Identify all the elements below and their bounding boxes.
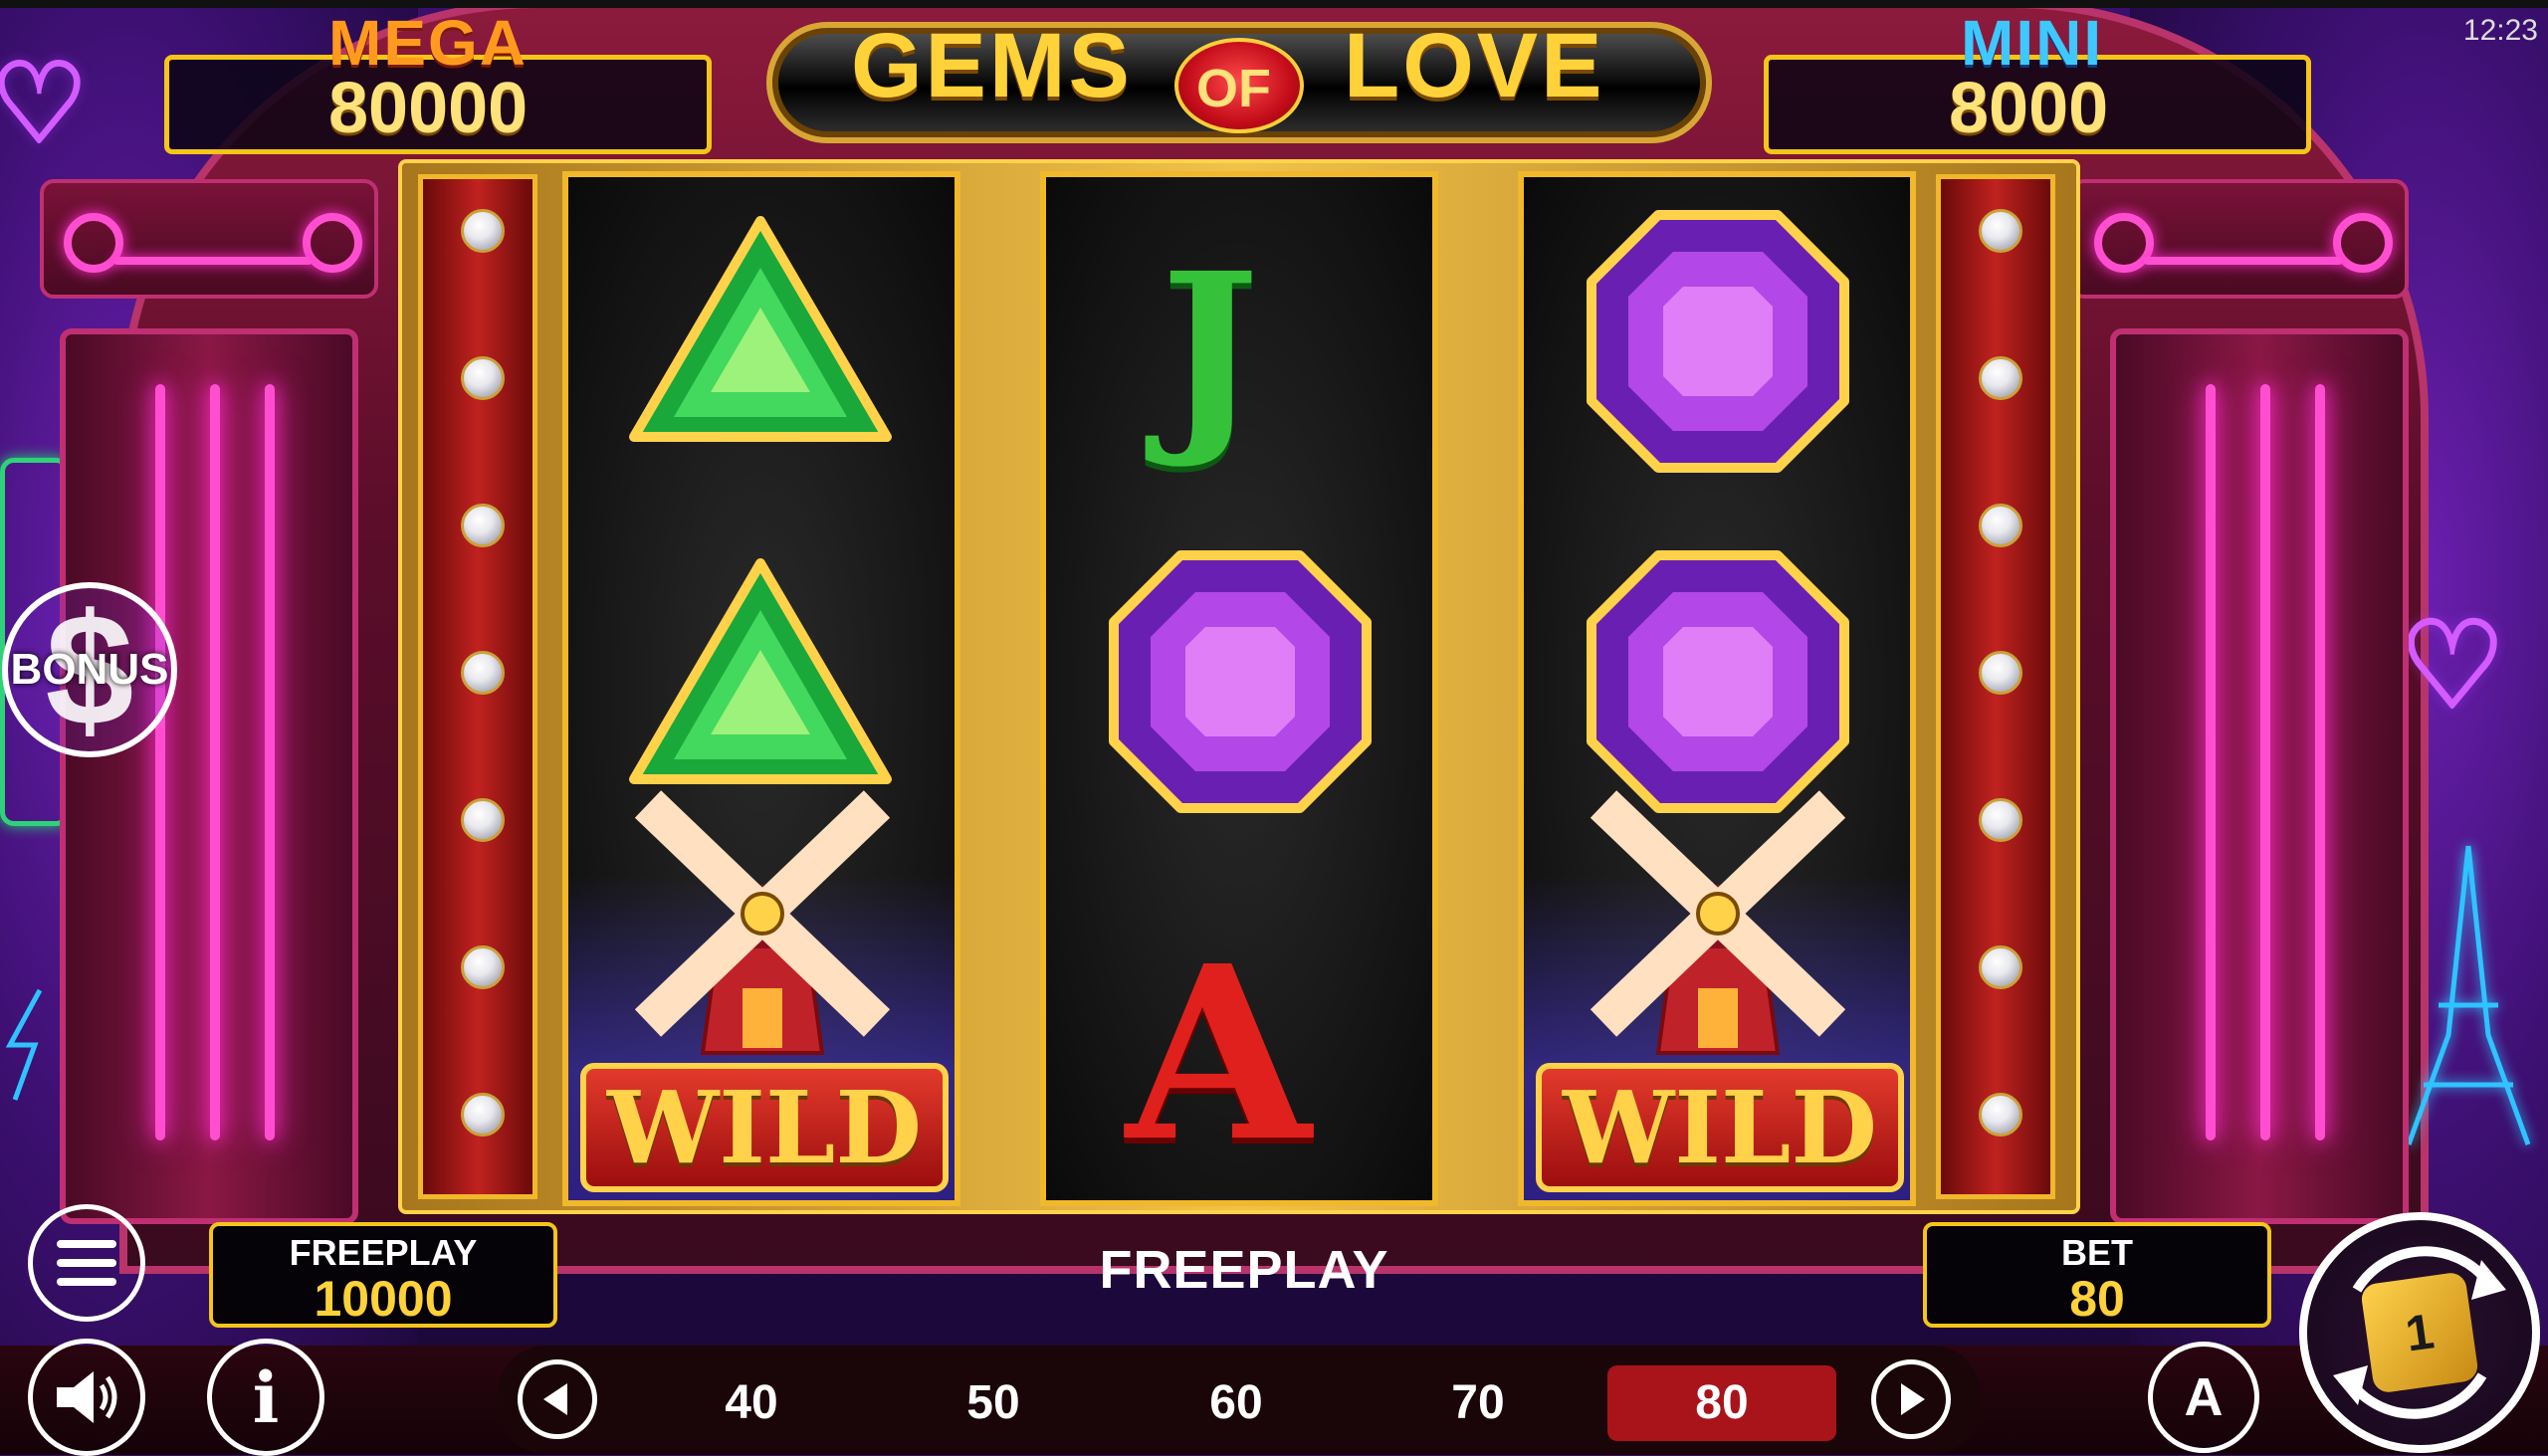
bet-next-button[interactable] <box>1871 1359 1951 1439</box>
letter-j-symbol: J <box>1161 227 1260 473</box>
chevron-left-icon <box>543 1383 567 1415</box>
bet-option[interactable]: 70 <box>1388 1365 1568 1441</box>
spin-button[interactable]: 1 <box>2299 1212 2540 1453</box>
logo-word-of: OF <box>1196 59 1271 118</box>
bonus-label: BONUS <box>10 645 169 694</box>
wild-badge: WILD <box>580 1063 949 1192</box>
hamburger-menu-icon <box>57 1240 116 1286</box>
logo-word-gems: GEMS <box>851 15 1133 116</box>
freeplay-panel: FREEPLAY 10000 <box>209 1222 557 1328</box>
light-column-right <box>1936 174 2055 1199</box>
logo-word-love: LOVE <box>1344 15 1605 116</box>
bet-option[interactable]: 60 <box>1147 1365 1326 1441</box>
clock: 12:23 <box>2462 14 2538 47</box>
bet-label: BET <box>2061 1232 2133 1273</box>
purple-gem-icon <box>1109 550 1372 813</box>
sound-button[interactable] <box>28 1339 145 1456</box>
mega-jackpot-value: 80000 <box>328 69 529 148</box>
neon-heart-arrow-icon: ♡ <box>2397 597 2508 734</box>
mini-jackpot-value: 8000 <box>1949 69 2109 148</box>
neon-bolt-icon <box>5 988 43 1101</box>
info-button[interactable]: i <box>207 1339 324 1456</box>
freeplay-value: 10000 <box>314 1271 453 1327</box>
pillar-capital-left <box>40 179 378 299</box>
bonus-button[interactable]: $ BONUS <box>2 580 177 758</box>
neon-eiffel-tower-icon <box>2406 845 2531 1145</box>
reel-3: WILD <box>1518 171 1916 1206</box>
bet-option[interactable]: 50 <box>904 1365 1083 1441</box>
green-gem-icon <box>629 216 892 442</box>
pillar-capital-right <box>2070 179 2409 299</box>
reel-2: J A <box>1040 171 1438 1206</box>
bet-panel: BET 80 <box>1923 1222 2271 1328</box>
bet-option[interactable]: 40 <box>662 1365 841 1441</box>
light-column-left <box>418 174 537 1199</box>
wild-badge: WILD <box>1536 1063 1904 1192</box>
freeplay-label: FREEPLAY <box>289 1232 478 1273</box>
reel-1: WILD <box>562 171 960 1206</box>
center-status: FREEPLAY <box>1099 1240 1389 1300</box>
bet-option-selected[interactable]: 80 <box>1607 1365 1836 1441</box>
spin-label: 1 <box>2402 1303 2438 1362</box>
pillar-left <box>60 328 358 1224</box>
neon-heart-icon: ♡ <box>0 41 91 167</box>
bet-prev-button[interactable] <box>518 1359 597 1439</box>
wild-label: WILD <box>1562 1069 1878 1186</box>
pillar-right <box>2110 328 2409 1224</box>
autoplay-button[interactable]: A <box>2148 1342 2259 1453</box>
purple-gem-icon <box>1587 210 1849 473</box>
wild-label: WILD <box>606 1069 923 1186</box>
windmill-icon <box>1590 790 1846 1055</box>
info-icon: i <box>252 1355 280 1439</box>
spin-core-icon: 1 <box>2359 1271 2480 1394</box>
menu-button[interactable] <box>28 1204 145 1322</box>
windmill-icon <box>634 790 891 1055</box>
bet-value: 80 <box>2069 1271 2125 1327</box>
speaker-icon <box>57 1371 117 1423</box>
letter-a-symbol: A <box>1126 914 1312 1194</box>
chevron-right-icon <box>1901 1383 1925 1415</box>
autoplay-label: A <box>2184 1367 2224 1427</box>
green-gem-icon <box>629 558 892 784</box>
